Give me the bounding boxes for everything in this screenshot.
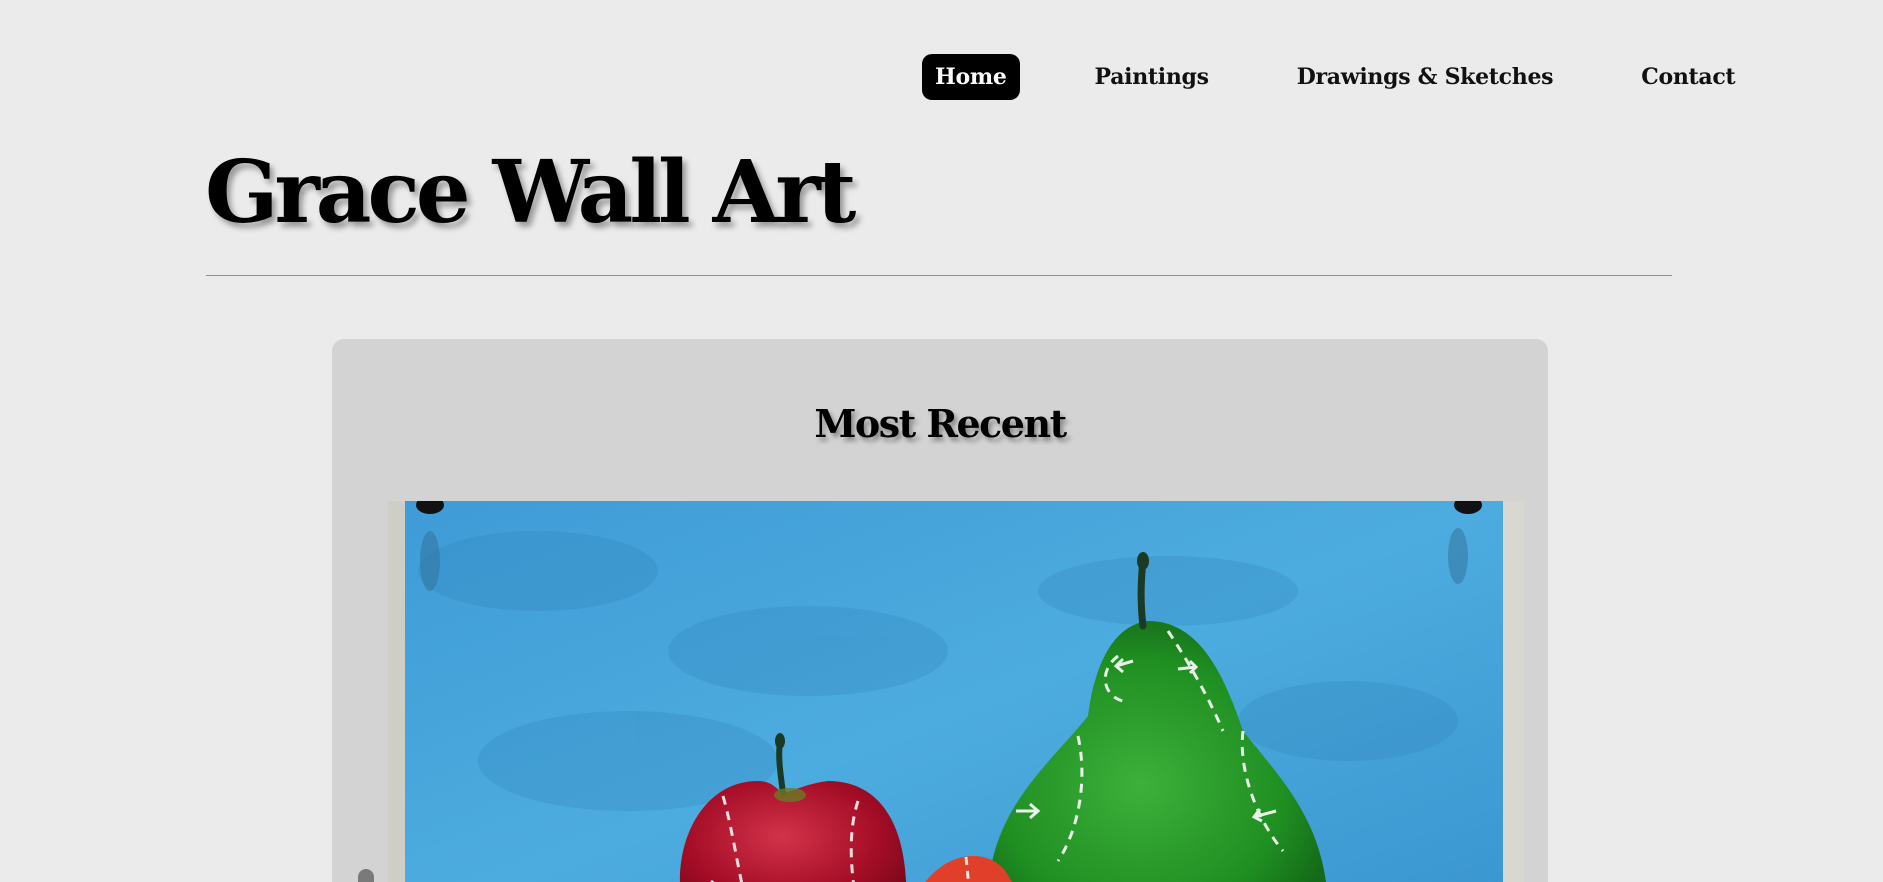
header-divider <box>206 275 1672 276</box>
page: Home Paintings Drawings & Sketches Conta… <box>0 0 1883 882</box>
carousel-prev-handle[interactable] <box>358 869 374 882</box>
site-title: Grace Wall Art <box>205 142 856 243</box>
nav-drawings-sketches[interactable]: Drawings & Sketches <box>1284 54 1567 100</box>
most-recent-card: Most Recent <box>332 339 1548 882</box>
nav-home[interactable]: Home <box>922 54 1020 100</box>
featured-painting[interactable] <box>388 501 1524 882</box>
nav-contact[interactable]: Contact <box>1628 54 1748 100</box>
most-recent-heading: Most Recent <box>814 401 1067 446</box>
main-nav: Home Paintings Drawings & Sketches Conta… <box>922 54 1748 100</box>
nav-paintings[interactable]: Paintings <box>1082 54 1222 100</box>
